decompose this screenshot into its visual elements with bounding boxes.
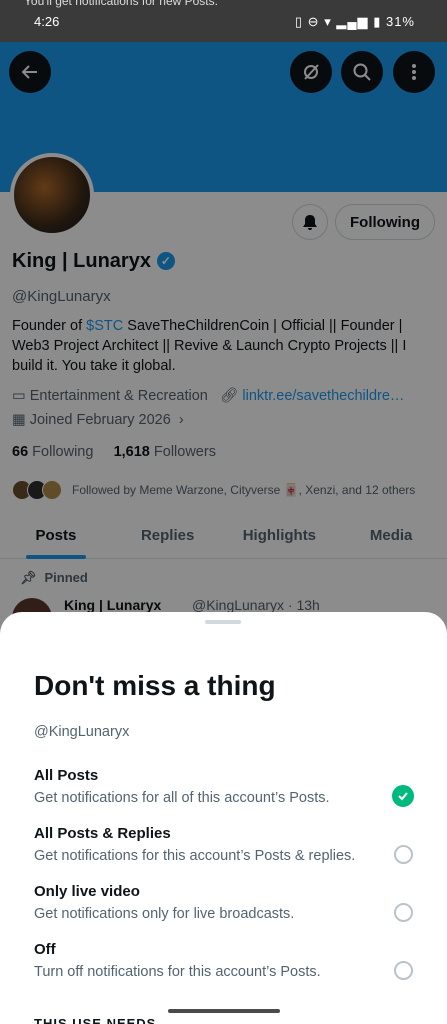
option-off[interactable]: Off Turn off notifications for this acco… [34, 941, 424, 991]
sheet-title: Don't miss a thing [34, 670, 276, 701]
option-label: All Posts [34, 767, 99, 784]
checkmark-icon [398, 792, 408, 801]
battery-percent: 31% [385, 14, 415, 29]
option-label: Only live video [34, 883, 140, 900]
status-icons: ▯ ⊖ ▾ ▂▄▆ ▮ 31% [295, 14, 415, 30]
sheet-drag-handle[interactable] [205, 620, 241, 624]
radio-selected[interactable] [392, 785, 414, 807]
signal-icon: ▂▄▆ [336, 14, 369, 29]
option-all-posts-replies[interactable]: All Posts & Replies Get notifications fo… [34, 825, 424, 875]
status-bar: You'll get notifications for new Posts. … [0, 0, 447, 42]
option-description: Get notifications for this account’s Pos… [34, 848, 356, 864]
option-description: Turn off notifications for this account’… [34, 964, 321, 980]
option-label: All Posts & Replies [34, 825, 171, 842]
radio-unselected[interactable] [394, 961, 413, 980]
wifi-icon: ▾ [324, 14, 332, 29]
option-description: Get notifications only for live broadcas… [34, 906, 295, 922]
notification-peek-text: You'll get notifications for new Posts. [24, 0, 218, 8]
gesture-home-bar[interactable] [168, 1009, 280, 1013]
option-description: Get notifications for all of this accoun… [34, 790, 330, 806]
sheet-handle: @KingLunaryx [34, 724, 130, 740]
clock: 4:26 [34, 14, 60, 29]
dnd-icon: ⊖ [307, 14, 320, 29]
cutoff-section-heading: THIS USE NEEDS [34, 1016, 157, 1024]
battery-icon: ▮ [373, 14, 382, 29]
notification-settings-sheet: Don't miss a thing @KingLunaryx All Post… [0, 612, 447, 1024]
radio-unselected[interactable] [394, 845, 413, 864]
vibrate-icon: ▯ [294, 14, 304, 29]
option-all-posts[interactable]: All Posts Get notifications for all of t… [34, 767, 424, 817]
option-live-video[interactable]: Only live video Get notifications only f… [34, 883, 424, 933]
radio-unselected[interactable] [394, 903, 413, 922]
option-label: Off [34, 941, 56, 958]
